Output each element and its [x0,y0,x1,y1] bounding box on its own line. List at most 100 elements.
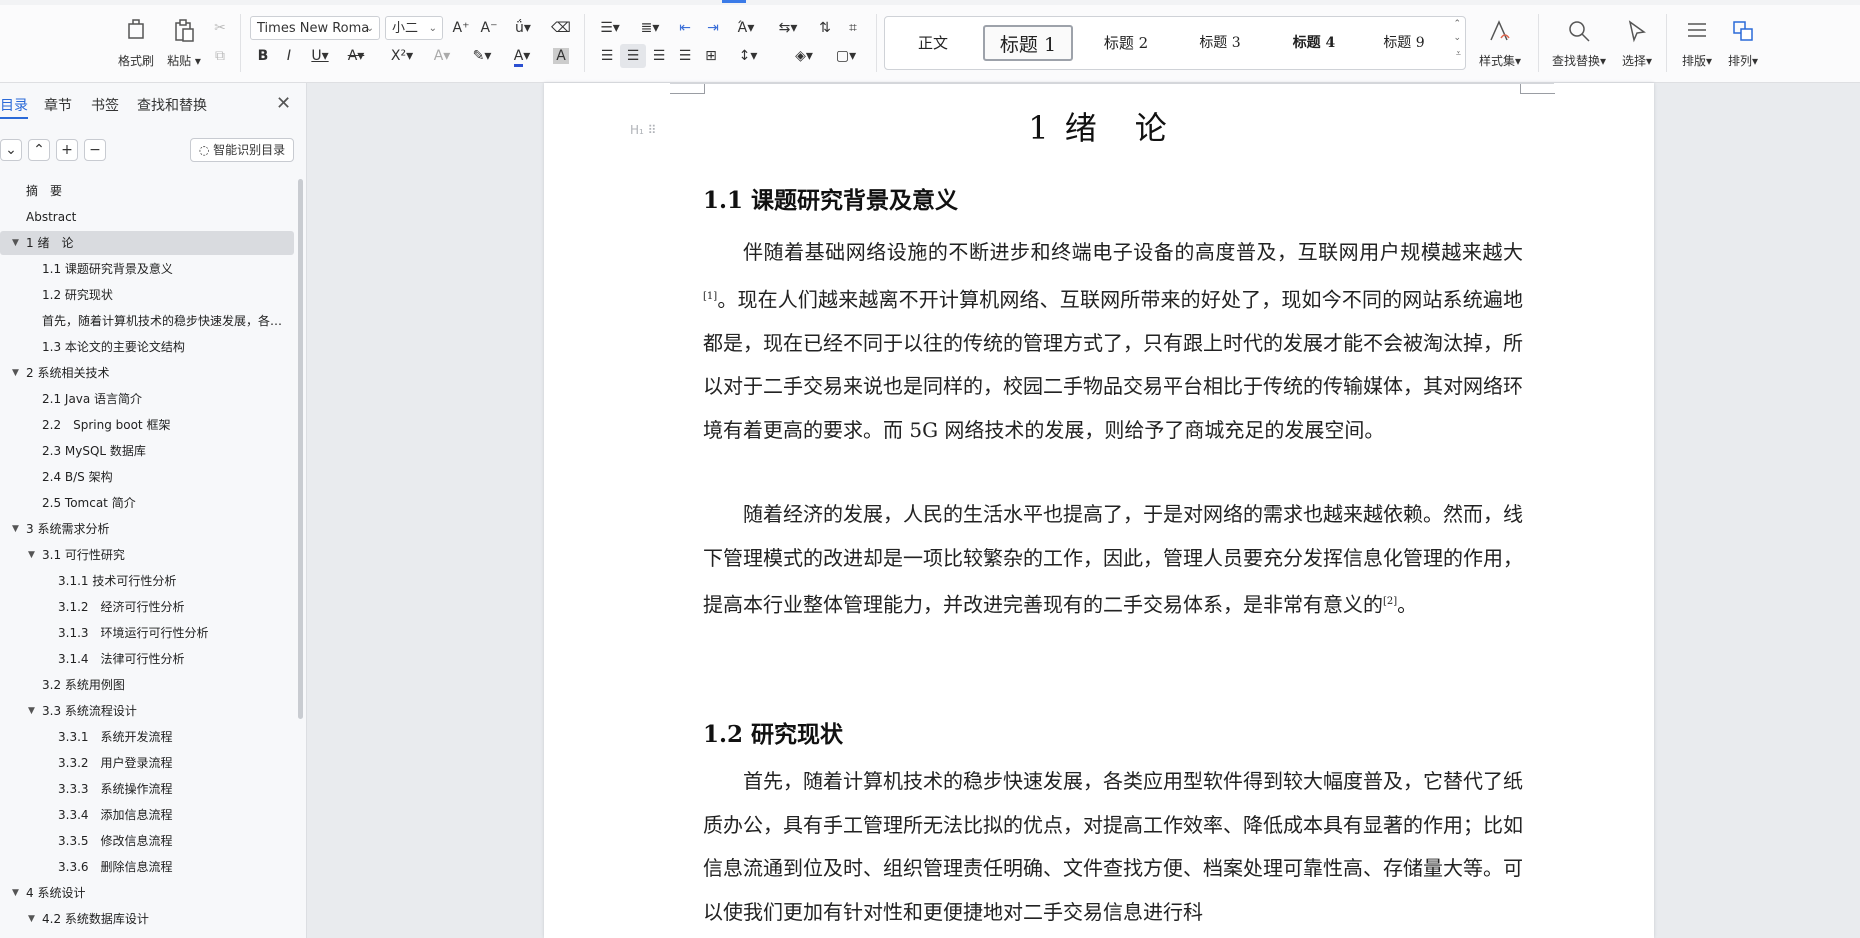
show-marks-icon[interactable]: ⌗ [840,16,866,40]
shrink-font-icon[interactable]: A⁻ [476,16,502,40]
char-shading-icon[interactable]: A [548,44,574,68]
toc-item[interactable]: 3.3.1 系统开发流程 [0,725,294,749]
tab-chapters[interactable]: 章节 [44,95,72,115]
toc-item[interactable]: 3.1.1 技术可行性分析 [0,569,294,593]
highlight-icon[interactable]: ✎▾ [466,44,498,68]
toc-item[interactable]: ▼ 4.2 系统数据库设计 [0,907,294,931]
add-heading-button[interactable]: + [56,139,78,161]
align-right-icon[interactable]: ☰ [646,44,672,68]
align-center-icon[interactable]: ☰ [620,44,646,68]
toc-item[interactable]: 2.5 Tomcat 简介 [0,491,294,515]
close-icon[interactable]: ✕ [276,93,291,114]
align-left-icon[interactable]: ☰ [594,44,620,68]
format-painter-button[interactable]: 格式刷 [110,10,162,69]
toc-item[interactable]: ▼ 3 系统需求分析 [0,517,294,541]
style-normal[interactable]: 正文 [895,25,971,61]
numbered-list-icon[interactable]: ≣▾ [634,16,666,40]
toc-item[interactable]: 3.1.3 环境运行可行性分析 [0,621,294,645]
grow-font-icon[interactable]: A⁺ [448,16,474,40]
style-heading-1[interactable]: 标题 1 [983,25,1073,61]
underline-icon[interactable]: U▾ [304,44,336,68]
copy-icon[interactable]: ⧉ [207,44,233,68]
remove-heading-button[interactable]: − [84,139,106,161]
text-direction-icon[interactable]: Ά▾ [730,16,762,40]
sort-icon[interactable]: ⇅ [812,16,838,40]
toc-item[interactable]: ▼ 1 绪 论 [0,231,294,255]
superscript-icon[interactable]: X²▾ [386,44,418,68]
toc-item[interactable]: 首先，随着计算机技术的稳步快速发展，各类应用型软件得到较大幅度普及 [0,309,294,333]
toc-item[interactable]: 2.2 Spring boot 框架 [0,413,294,437]
justify-icon[interactable]: ☰ [672,44,698,68]
expand-triangle-icon[interactable]: ▼ [12,881,19,905]
toc-item-label: 1.1 课题研究背景及意义 [42,262,173,276]
strikethrough-icon[interactable]: A▾ [340,44,372,68]
toc-item[interactable]: 1.3 本论文的主要论文结构 [0,335,294,359]
phonetic-guide-icon[interactable]: ǘ▾ [506,16,540,40]
document-page[interactable]: H₁ ⠿ 1 绪 论 1.1 课题研究背景及意义 伴随着基础网络设施的不断进步和… [544,83,1654,938]
move-up-button[interactable]: ⌃ [28,139,50,161]
toc-item[interactable]: ▼ 2 系统相关技术 [0,361,294,385]
italic-icon[interactable]: I [276,44,302,68]
style-heading-4[interactable]: 标题 4 [1269,25,1359,61]
style-heading-9[interactable]: 标题 9 [1361,25,1447,61]
reference-marker[interactable]: [2] [1383,596,1397,607]
toc-item[interactable]: 3.3.5 修改信息流程 [0,829,294,853]
decrease-indent-icon[interactable]: ⇤ [672,16,698,40]
toc-item[interactable]: 2.3 MySQL 数据库 [0,439,294,463]
expand-triangle-icon[interactable]: ▼ [28,907,35,931]
toc-item[interactable]: ▼ 3.1 可行性研究 [0,543,294,567]
panel-scrollbar[interactable] [298,179,303,719]
tab-toc[interactable]: 目录 [0,95,28,115]
expand-triangle-icon[interactable]: ▼ [28,699,35,723]
chevron-down-icon[interactable]: ⌄ [1453,33,1461,43]
text-effect-icon[interactable]: A▾ [426,44,458,68]
expand-gallery-icon[interactable]: ⩡ [1456,49,1461,59]
toc-item[interactable]: 2.4 B/S 架构 [0,465,294,489]
toc-item[interactable]: 摘 要 [0,179,294,203]
toc-item[interactable]: 3.3.6 删除信息流程 [0,855,294,879]
bold-icon[interactable]: B [250,44,276,68]
style-heading-2[interactable]: 标题 2 [1081,25,1171,61]
increase-indent-icon[interactable]: ⇥ [700,16,726,40]
toc-item[interactable]: 3.3.2 用户登录流程 [0,751,294,775]
change-case-icon[interactable]: ⇆▾ [772,16,804,40]
toc-item[interactable]: 3.1.4 法律可行性分析 [0,647,294,671]
expand-triangle-icon[interactable]: ▼ [12,231,19,255]
distributed-icon[interactable]: ⊞ [698,44,724,68]
expand-triangle-icon[interactable]: ▼ [28,543,35,567]
tab-bookmarks[interactable]: 书签 [91,95,119,115]
toc-item[interactable]: ▼ 3.3 系统流程设计 [0,699,294,723]
select-button[interactable]: 选择▾ [1614,10,1660,69]
toc-item[interactable]: 1.2 研究现状 [0,283,294,307]
expand-triangle-icon[interactable]: ▼ [12,517,19,541]
shading-icon[interactable]: ◈▾ [788,44,820,68]
toc-item[interactable]: 3.2 系统用例图 [0,673,294,697]
cut-icon[interactable]: ✂ [207,16,233,40]
expand-triangle-icon[interactable]: ▼ [12,361,19,385]
clear-format-icon[interactable]: ⌫ [548,16,574,40]
toc-item[interactable]: Abstract [0,205,294,229]
style-set-button[interactable]: 样式集▾ [1472,10,1528,69]
font-size-select[interactable]: 小二 ⌄ [385,16,443,40]
collapse-down-button[interactable]: ⌄ [0,139,22,161]
style-heading-3[interactable]: 标题 3 [1175,25,1265,61]
toc-item[interactable]: 3.1.2 经济可行性分析 [0,595,294,619]
toc-item[interactable]: 3.3.4 添加信息流程 [0,803,294,827]
find-replace-button[interactable]: 查找替换▾ [1548,10,1610,69]
paste-button[interactable]: 粘贴 ▾ [158,10,210,69]
font-color-icon[interactable]: A▾ [506,44,538,68]
tab-find-replace[interactable]: 查找和替换 [137,95,207,115]
bullet-list-icon[interactable]: ☰▾ [594,16,626,40]
font-name-select[interactable]: Times New Roma ⌄ [250,16,380,40]
reference-marker[interactable]: [1] [703,291,717,302]
toc-item[interactable]: 1.1 课题研究背景及意义 [0,257,294,281]
layout-button[interactable]: 排版▾ [1674,10,1720,69]
chevron-up-icon[interactable]: ⌃ [1453,19,1461,29]
toc-item[interactable]: 2.1 Java 语言简介 [0,387,294,411]
line-spacing-icon[interactable]: ↕▾ [732,44,764,68]
smart-toc-button[interactable]: ◌ 智能识别目录 [190,138,294,162]
toc-item[interactable]: 3.3.3 系统操作流程 [0,777,294,801]
border-icon[interactable]: ▢▾ [830,44,862,68]
arrange-button[interactable]: 排列▾ [1720,10,1766,69]
toc-item[interactable]: ▼ 4 系统设计 [0,881,294,905]
